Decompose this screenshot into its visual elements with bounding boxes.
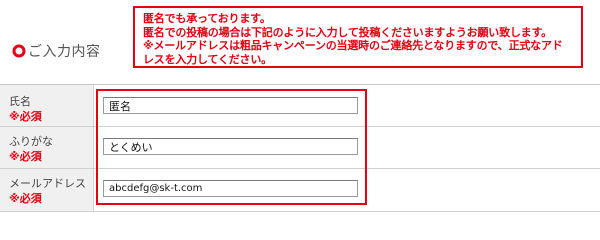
section-title: ご入力内容 <box>28 44 101 60</box>
notice-line-1: 匿名でも承っております。 <box>143 12 271 25</box>
notice-line-2: 匿名での投稿の場合は下記のように入力して投稿くださいますようお願い致します。 <box>143 25 552 39</box>
notice-line-3: ※メールアドレスは粗品キャンペーンの当選時のご連絡先となりますので、正式なアド <box>143 39 563 52</box>
notice-line-4: レスを入力してください。 <box>143 52 272 66</box>
email-input[interactable] <box>103 180 358 197</box>
required-mark: ※必須 <box>9 192 42 205</box>
field-label-furigana: ふりがな <box>9 135 53 148</box>
furigana-input[interactable] <box>103 138 358 155</box>
notice-box: 匿名でも承っております。 匿名での投稿の場合は下記のように入力して投稿くださいま… <box>133 6 583 68</box>
field-label-email: メールアドレス <box>9 177 86 190</box>
label-cell: 氏名 ※必須 <box>0 85 94 126</box>
label-cell: ふりがな ※必須 <box>0 127 94 168</box>
name-input[interactable] <box>103 97 358 114</box>
ring-bullet-icon <box>12 44 26 58</box>
label-cell: メールアドレス ※必須 <box>0 169 94 211</box>
required-mark: ※必須 <box>9 110 42 123</box>
section-heading: ご入力内容 <box>12 42 101 60</box>
field-label-name: 氏名 <box>9 95 31 108</box>
required-mark: ※必須 <box>9 150 42 163</box>
